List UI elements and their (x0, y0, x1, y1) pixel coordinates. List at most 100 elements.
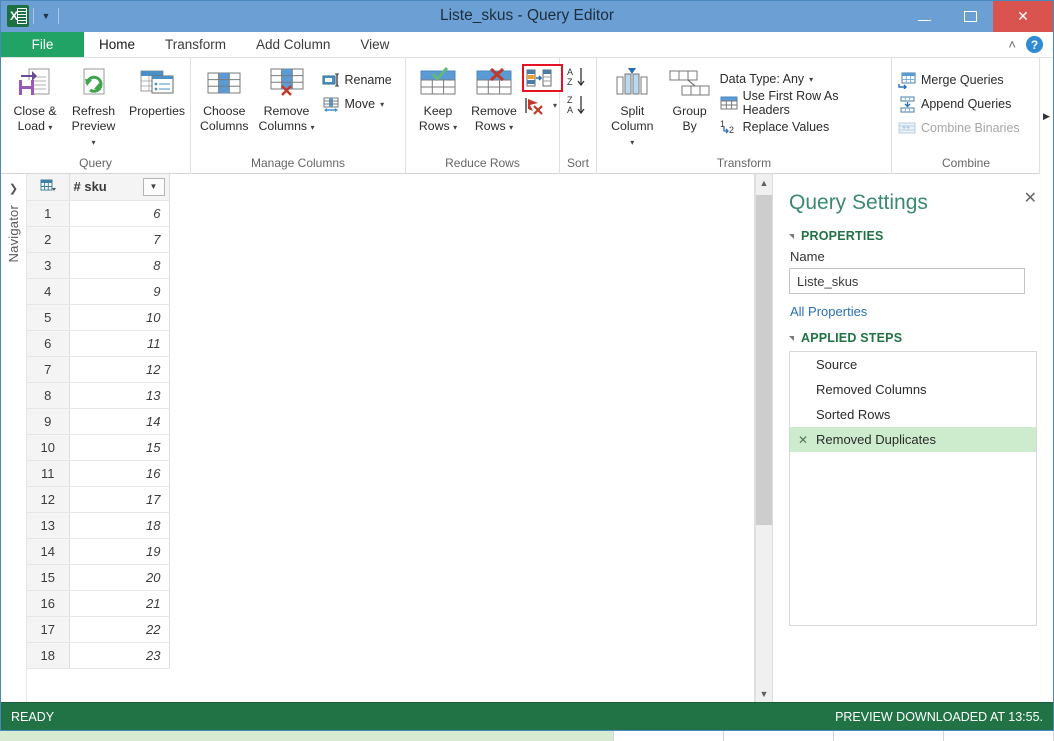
chevron-down-icon[interactable]: ▾ (310, 123, 314, 132)
cell-sku[interactable]: 20 (69, 564, 169, 590)
table-row[interactable]: 813 (27, 382, 169, 408)
chevron-up-icon[interactable]: ▲ (756, 174, 772, 191)
collapse-ribbon-icon[interactable]: ˄ (1008, 37, 1016, 52)
table-row[interactable]: 27 (27, 226, 169, 252)
table-row[interactable]: 510 (27, 304, 169, 330)
chevron-down-icon[interactable]: ▾ (48, 123, 52, 132)
table-row[interactable]: 914 (27, 408, 169, 434)
table-row[interactable]: 1318 (27, 512, 169, 538)
chevron-right-icon[interactable]: ❯ (9, 182, 18, 195)
group-by-button[interactable]: Group By (662, 62, 718, 134)
move-button[interactable]: Move ▾ (320, 92, 398, 116)
tab-file[interactable]: File (1, 32, 84, 57)
cell-sku[interactable]: 11 (69, 330, 169, 356)
choose-columns-button[interactable]: Choose Columns (195, 62, 254, 134)
tab-add-column[interactable]: Add Column (241, 32, 345, 57)
table-row[interactable]: 1823 (27, 642, 169, 668)
use-first-row-as-headers-button[interactable]: Use First Row As Headers (718, 91, 891, 115)
properties-section-header[interactable]: PROPERTIES (789, 229, 1037, 243)
table-row[interactable]: 49 (27, 278, 169, 304)
chevron-down-icon[interactable]: ▼ (756, 685, 772, 702)
cell-sku[interactable]: 15 (69, 434, 169, 460)
refresh-preview-button[interactable]: Refresh Preview ▾ (63, 62, 124, 150)
row-number[interactable]: 17 (27, 616, 69, 642)
cell-sku[interactable]: 7 (69, 226, 169, 252)
close-icon[interactable]: ✕ (1024, 188, 1037, 208)
rename-button[interactable]: Rename (320, 68, 398, 92)
scrollbar-thumb[interactable] (756, 195, 772, 525)
merge-queries-button[interactable]: Merge Queries (896, 68, 1026, 92)
row-number[interactable]: 14 (27, 538, 69, 564)
split-column-button[interactable]: Split Column ▾ (603, 62, 662, 150)
replace-values-button[interactable]: 1 2 Replace Values (718, 115, 891, 139)
query-name-input[interactable]: Liste_skus (789, 268, 1025, 294)
chevron-down-icon[interactable]: ▾ (453, 123, 457, 132)
row-number[interactable]: 4 (27, 278, 69, 304)
column-header-sku[interactable]: # sku ▼ (69, 174, 169, 200)
cell-sku[interactable]: 17 (69, 486, 169, 512)
close-and-load-button[interactable]: Close & Load ▾ (7, 62, 63, 135)
table-row[interactable]: 38 (27, 252, 169, 278)
minimize-icon[interactable] (901, 1, 947, 32)
row-number[interactable]: 7 (27, 356, 69, 382)
table-row[interactable]: 1722 (27, 616, 169, 642)
table-row[interactable]: 16 (27, 200, 169, 226)
row-number[interactable]: 12 (27, 486, 69, 512)
table-row[interactable]: 1116 (27, 460, 169, 486)
applied-step[interactable]: ✕Removed Duplicates (790, 427, 1036, 452)
row-number[interactable]: 16 (27, 590, 69, 616)
table-corner-button[interactable] (27, 174, 69, 200)
chevron-down-icon[interactable]: ▾ (809, 75, 813, 84)
cell-sku[interactable]: 12 (69, 356, 169, 382)
table-row[interactable]: 1217 (27, 486, 169, 512)
row-number[interactable]: 13 (27, 512, 69, 538)
filter-dropdown-icon[interactable]: ▼ (143, 178, 165, 196)
cell-sku[interactable]: 9 (69, 278, 169, 304)
row-number[interactable]: 8 (27, 382, 69, 408)
cell-sku[interactable]: 6 (69, 200, 169, 226)
remove-rows-button[interactable]: Remove Rows ▾ (466, 62, 522, 135)
sort-ascending-button[interactable]: A Z (566, 66, 590, 88)
data-type-button[interactable]: Data Type: Any ▾ (718, 67, 891, 91)
keep-rows-button[interactable]: Keep Rows ▾ (410, 62, 466, 135)
properties-button[interactable]: Properties (124, 62, 190, 119)
chevron-down-icon[interactable]: ▾ (553, 101, 557, 110)
remove-columns-button[interactable]: Remove Columns ▾ (254, 62, 320, 135)
table-row[interactable]: 1015 (27, 434, 169, 460)
table-row[interactable]: 712 (27, 356, 169, 382)
table-row[interactable]: 1520 (27, 564, 169, 590)
row-number[interactable]: 3 (27, 252, 69, 278)
combine-binaries-button[interactable]: ++ Combine Binaries (896, 116, 1026, 140)
cell-sku[interactable]: 18 (69, 512, 169, 538)
cell-sku[interactable]: 10 (69, 304, 169, 330)
cell-sku[interactable]: 22 (69, 616, 169, 642)
row-number[interactable]: 2 (27, 226, 69, 252)
row-number[interactable]: 1 (27, 200, 69, 226)
chevron-down-icon[interactable]: ▾ (92, 138, 96, 147)
tab-view[interactable]: View (345, 32, 404, 57)
table-row[interactable]: 611 (27, 330, 169, 356)
row-number[interactable]: 9 (27, 408, 69, 434)
data-grid[interactable]: # sku ▼ 16273849510611712813914101511161… (27, 174, 754, 702)
cell-sku[interactable]: 14 (69, 408, 169, 434)
cell-sku[interactable]: 16 (69, 460, 169, 486)
keep-duplicates-button[interactable] (522, 64, 563, 92)
chevron-down-icon[interactable]: ▾ (509, 123, 513, 132)
row-number[interactable]: 18 (27, 642, 69, 668)
cell-sku[interactable]: 19 (69, 538, 169, 564)
applied-step[interactable]: Sorted Rows (790, 402, 1036, 427)
vertical-scrollbar[interactable]: ▲ ▼ (755, 174, 772, 702)
applied-step[interactable]: Source (790, 352, 1036, 377)
sort-descending-button[interactable]: Z A (566, 94, 590, 116)
cell-sku[interactable]: 23 (69, 642, 169, 668)
delete-step-icon[interactable]: ✕ (798, 433, 810, 447)
row-number[interactable]: 6 (27, 330, 69, 356)
tab-transform[interactable]: Transform (150, 32, 241, 57)
navigator-rail[interactable]: ❯ Navigator (1, 174, 27, 702)
chevron-down-icon[interactable]: ▾ (630, 138, 634, 147)
scrollbar-track[interactable] (756, 191, 772, 685)
help-icon[interactable]: ? (1026, 36, 1043, 53)
applied-step[interactable]: Removed Columns (790, 377, 1036, 402)
cell-sku[interactable]: 21 (69, 590, 169, 616)
row-number[interactable]: 10 (27, 434, 69, 460)
